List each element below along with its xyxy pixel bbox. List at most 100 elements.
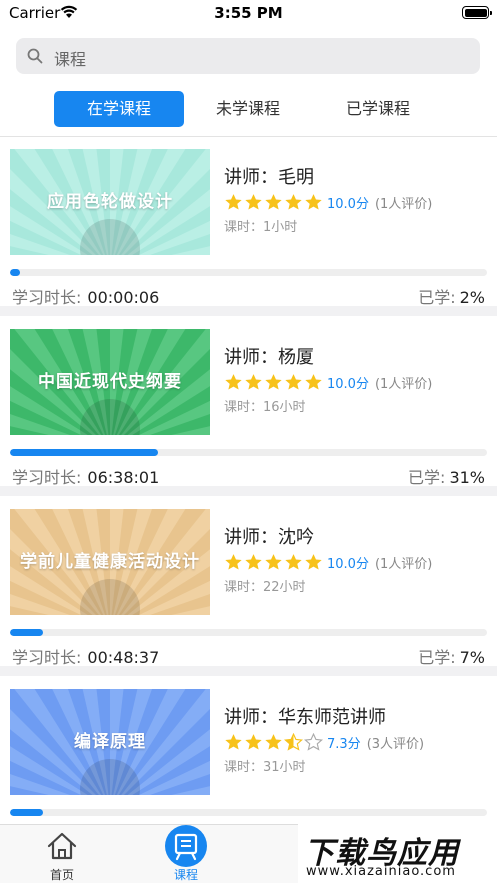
status-bar: Carrier 3:55 PM — [0, 0, 497, 28]
study-time-value: 00:48:37 — [87, 648, 160, 667]
learned-percent: 已学: 2% — [418, 284, 485, 308]
course-icon — [165, 825, 207, 867]
course-card[interactable]: 编译原理 讲师：华东师范讲师 7.3分 (3人评价) 课时：31小时 — [0, 677, 497, 845]
rating-score: 7.3分 — [327, 736, 361, 752]
study-time-label: 学习时长: — [12, 288, 82, 307]
progress-fill — [10, 809, 44, 816]
star-rating — [224, 553, 324, 572]
course-hours: 课时：31小时 — [224, 760, 306, 775]
study-time-value: 00:00:06 — [87, 288, 160, 307]
progress-fill — [10, 449, 158, 456]
progress-fill — [10, 629, 44, 636]
tabbar-course-label: 课程 — [173, 868, 198, 882]
star-icon — [225, 373, 242, 390]
tabbar-home-label: 首页 — [49, 868, 74, 882]
star-icon — [245, 553, 262, 570]
star-rating — [224, 373, 324, 392]
star-icon — [245, 193, 262, 210]
learned-value: 7% — [459, 648, 485, 667]
course-title: 编译原理 — [74, 732, 146, 752]
course-hours: 课时：16小时 — [224, 400, 306, 415]
star-icon — [225, 193, 242, 210]
star-icon — [265, 193, 282, 210]
study-time: 学习时长: 00:48:37 — [12, 644, 159, 668]
tabbar-course[interactable]: 课程 — [156, 825, 216, 883]
progress-bar — [10, 449, 487, 456]
home-icon — [47, 832, 77, 860]
review-count: (1人评价) — [374, 376, 433, 392]
learned-label: 已学: — [408, 468, 446, 487]
teacher-name: 讲师：沈吟 — [224, 527, 314, 548]
star-icon — [285, 193, 302, 210]
study-time: 学习时长: 00:00:06 — [12, 284, 159, 308]
study-time: 学习时长: 06:38:01 — [12, 464, 159, 488]
review-count: (1人评价) — [374, 196, 433, 212]
star-icon — [225, 733, 242, 750]
review-count: (3人评价) — [366, 736, 425, 752]
learned-value: 2% — [459, 288, 485, 307]
search-icon — [27, 48, 43, 64]
teacher-name: 讲师：华东师范讲师 — [224, 707, 386, 728]
review-count: (1人评价) — [374, 556, 433, 572]
section-gap — [0, 306, 497, 316]
course-tabs: 在学课程 未学课程 已学课程 — [0, 91, 497, 127]
tab-unlearned[interactable]: 未学课程 — [183, 91, 313, 127]
course-thumbnail[interactable]: 学前儿童健康活动设计 — [10, 509, 210, 615]
star-icon — [265, 373, 282, 390]
course-hours: 课时：22小时 — [224, 580, 306, 595]
progress-bar — [10, 809, 487, 816]
course-title: 学前儿童健康活动设计 — [20, 552, 200, 572]
section-gap — [0, 486, 497, 496]
star-icon — [305, 553, 322, 570]
star-icon — [285, 373, 302, 390]
star-icon — [265, 553, 282, 570]
learned-percent: 已学: 7% — [418, 644, 485, 668]
rating-score: 10.0分 — [327, 196, 369, 212]
progress-fill — [10, 269, 20, 276]
tab-learning[interactable]: 在学课程 — [54, 91, 184, 127]
course-title: 中国近现代史纲要 — [38, 372, 182, 392]
section-gap — [0, 666, 497, 676]
rating: 10.0分 (1人评价) — [224, 192, 432, 212]
star-icon — [285, 553, 302, 570]
course-card[interactable]: 学前儿童健康活动设计 讲师：沈吟 10.0分 (1人评价) 课时：22小时 学习… — [0, 497, 497, 668]
study-time-label: 学习时长: — [12, 468, 82, 487]
rating: 7.3分 (3人评价) — [224, 732, 424, 752]
rating-score: 10.0分 — [327, 556, 369, 572]
tabbar-home[interactable]: 首页 — [32, 825, 92, 883]
tab-finished[interactable]: 已学课程 — [313, 91, 443, 127]
course-card[interactable]: 中国近现代史纲要 讲师：杨厦 10.0分 (1人评价) 课时：16小时 学习时长… — [0, 317, 497, 488]
learned-label: 已学: — [418, 648, 456, 667]
progress-bar — [10, 269, 487, 276]
study-time-label: 学习时长: — [12, 648, 82, 667]
teacher-name: 讲师：杨厦 — [224, 347, 314, 368]
rating: 10.0分 (1人评价) — [224, 372, 432, 392]
progress-bar — [10, 629, 487, 636]
study-time-value: 06:38:01 — [87, 468, 160, 487]
course-thumbnail[interactable]: 应用色轮做设计 — [10, 149, 210, 255]
course-thumbnail[interactable]: 编译原理 — [10, 689, 210, 795]
star-icon — [304, 732, 323, 751]
rating: 10.0分 (1人评价) — [224, 552, 432, 572]
search-bar[interactable]: 课程 — [16, 38, 480, 74]
battery-icon — [462, 6, 492, 19]
learned-value: 31% — [449, 468, 485, 487]
star-icon — [245, 373, 262, 390]
star-icon — [225, 553, 242, 570]
star-icon — [305, 193, 322, 210]
learned-percent: 已学: 31% — [408, 464, 485, 488]
star-icon — [265, 733, 282, 750]
star-icon — [284, 732, 303, 751]
star-icon — [305, 373, 322, 390]
star-rating — [224, 732, 324, 752]
course-hours: 课时：1小时 — [224, 220, 298, 235]
clock: 3:55 PM — [214, 4, 283, 22]
course-title: 应用色轮做设计 — [47, 192, 173, 212]
course-thumbnail[interactable]: 中国近现代史纲要 — [10, 329, 210, 435]
watermark-url: www.xiazainiao.com — [306, 864, 456, 879]
course-card[interactable]: 应用色轮做设计 讲师：毛明 10.0分 (1人评价) 课时：1小时 学习时长: 0… — [0, 137, 497, 308]
learned-label: 已学: — [418, 288, 456, 307]
rating-score: 10.0分 — [327, 376, 369, 392]
teacher-name: 讲师：毛明 — [224, 167, 314, 188]
search-placeholder: 课程 — [54, 50, 87, 69]
